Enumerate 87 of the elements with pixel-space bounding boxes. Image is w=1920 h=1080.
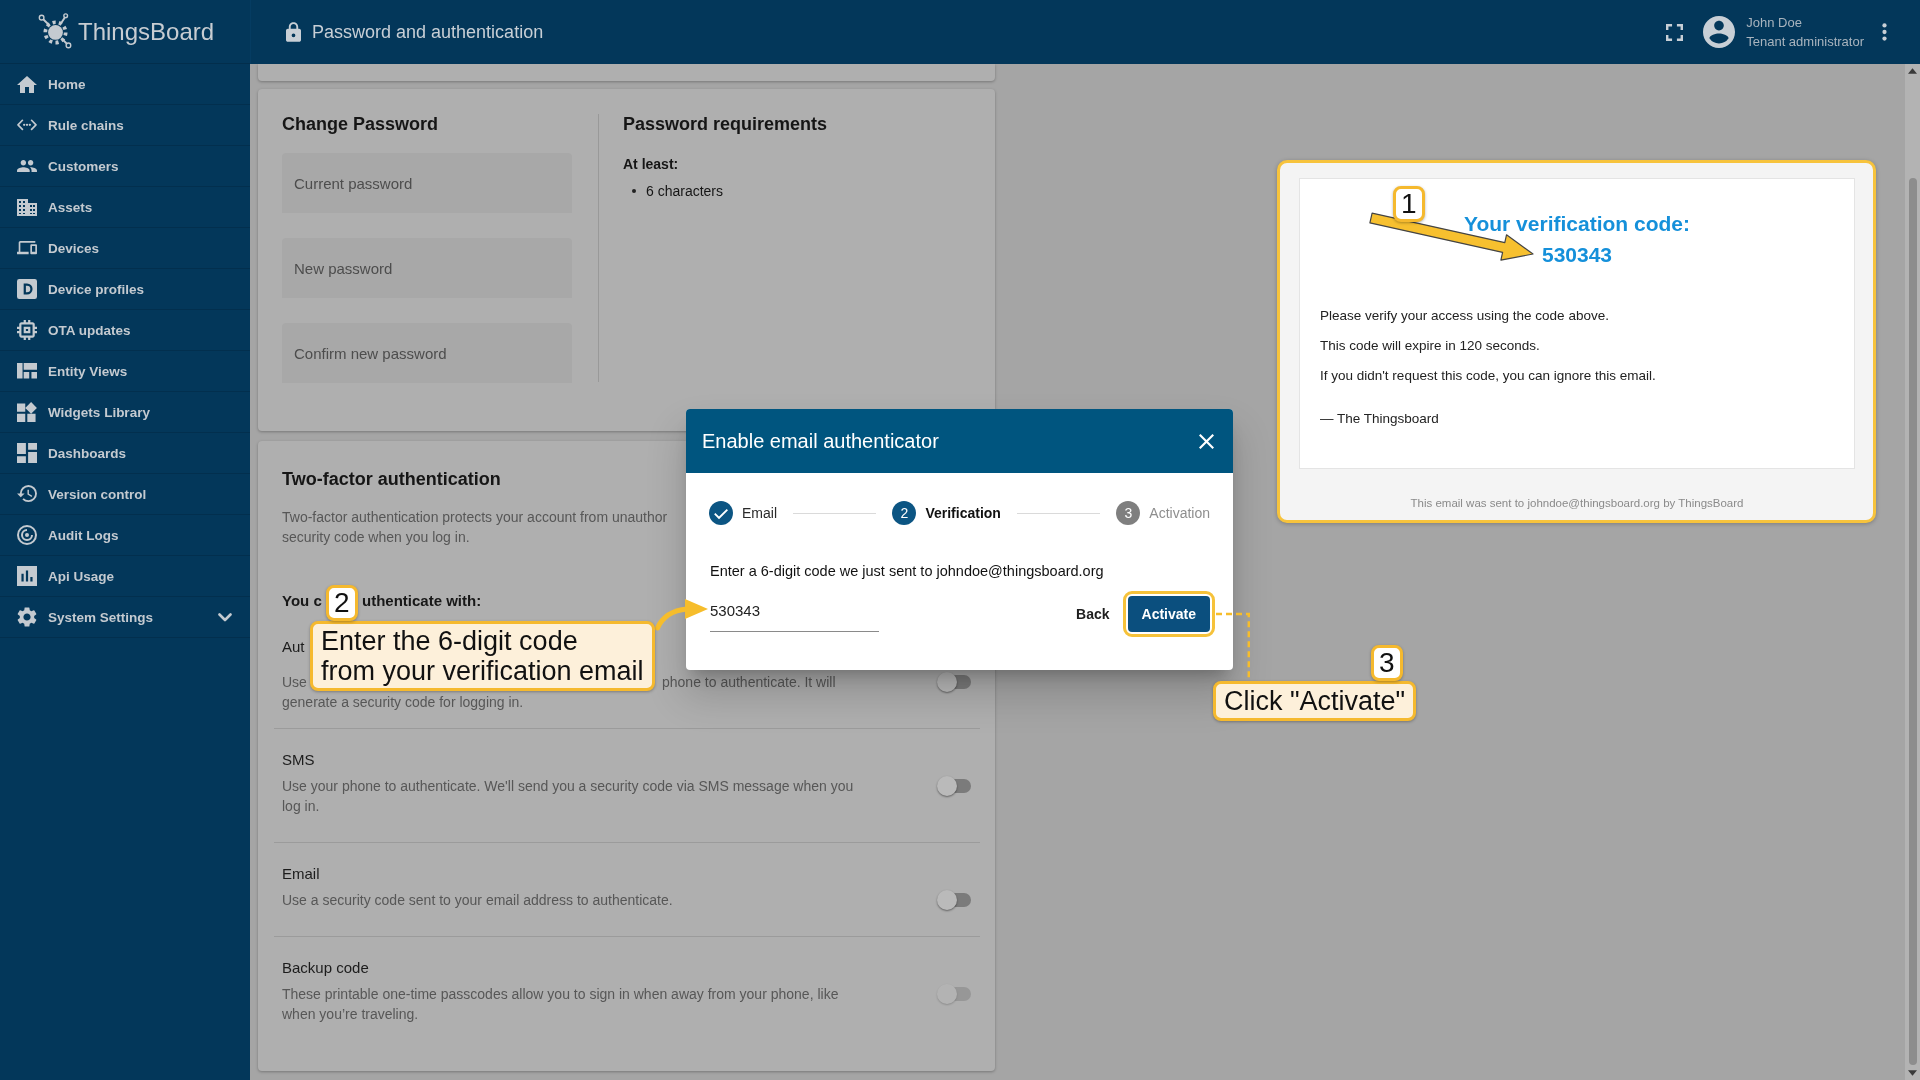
dashboard-icon (17, 443, 37, 463)
scrollbar[interactable] (1905, 64, 1920, 1080)
curved-arrow (655, 598, 709, 631)
sidebar-item[interactable]: Widgets Library (0, 392, 250, 433)
lock-icon (286, 22, 301, 42)
sidebar-item[interactable]: Entity Views (0, 351, 250, 392)
email-text: This code will expire in 120 seconds. (1320, 337, 1540, 355)
code-icon (17, 119, 37, 131)
fullscreen-icon[interactable] (1666, 23, 1684, 41)
sidebar-item[interactable]: Customers (0, 146, 250, 187)
sidebar-item[interactable]: Dashboards (0, 433, 250, 474)
section-title: Password requirements (623, 113, 828, 135)
scrollbar-thumb[interactable] (1908, 178, 1917, 1065)
chip-icon (17, 320, 37, 340)
sidebar-item[interactable]: Audit Logs (0, 515, 250, 556)
page-title: Password and authentication (312, 21, 544, 43)
scroll-down-icon[interactable] (1908, 1070, 1917, 1076)
sidebar-item[interactable]: OTA updates (0, 310, 250, 351)
password-field[interactable]: Confirm new password (282, 323, 572, 383)
devices-icon (17, 241, 37, 255)
user-name: John Doe (1746, 14, 1803, 32)
people-icon (17, 159, 37, 173)
method-description: Use (282, 673, 307, 692)
more-icon[interactable] (1882, 23, 1887, 41)
section-title: Two-factor authentication (282, 468, 501, 490)
layout-icon (17, 363, 37, 379)
description-text: security code when you log in. (282, 528, 470, 547)
code-input-field[interactable]: 530343 (710, 596, 879, 632)
step-label: Activation (1149, 505, 1210, 521)
target-icon (17, 525, 37, 545)
method-description: generate a security code for logging in. (282, 693, 524, 712)
toggle-switch[interactable] (937, 890, 971, 910)
email-signature: — The Thingsboard (1320, 410, 1439, 428)
callout-number: 2 (326, 585, 358, 621)
toggle-switch[interactable] (937, 672, 971, 692)
verification-code: 530343 (1541, 242, 1613, 268)
method-description: phone to authenticate. It will (662, 673, 836, 692)
method-title: SMS (282, 750, 315, 770)
method-description: Use a security code sent to your email address to authenticate. (282, 891, 673, 910)
history-icon (17, 485, 37, 503)
avatar-icon[interactable] (1703, 16, 1736, 48)
requirements-label: At least: (623, 155, 679, 174)
profile-icon (17, 279, 37, 299)
callout-number: 1 (1393, 186, 1425, 222)
toggle-switch[interactable] (937, 776, 971, 796)
step-label: Email (742, 505, 777, 521)
dialog-title: Enable email authenticator (702, 429, 939, 453)
step-number: 2 (892, 501, 917, 525)
logo-icon (37, 13, 74, 50)
description-text: Two-factor authentication protects your account from unauthor (282, 508, 668, 527)
bar-chart-icon (17, 566, 37, 586)
method-title: Aut (282, 637, 305, 657)
step-label: Verification (925, 505, 1001, 521)
password-field[interactable]: New password (282, 238, 572, 298)
bullet-icon (632, 189, 636, 193)
building-icon (17, 198, 37, 216)
method-description: These printable one-time passcodes allow you to sign in when away from your phone, like when you’re traveling. (282, 985, 840, 1024)
email-heading: Your verification code: (1464, 212, 1690, 236)
sidebar-item[interactable]: Assets (0, 187, 250, 228)
section-heading: uthenticate with: (362, 591, 482, 611)
callout-number: 3 (1371, 645, 1403, 681)
logo-text: ThingsBoard (78, 17, 215, 46)
method-title: Backup code (282, 958, 369, 978)
settings-icon (17, 607, 37, 627)
close-icon[interactable] (1199, 433, 1214, 449)
scroll-up-icon[interactable] (1908, 68, 1917, 74)
method-description: Use your phone to authenticate. We'll send you a security code via SMS message when you log in. (282, 777, 855, 816)
email-text: If you didn't request this code, you can ignore this email. (1320, 367, 1656, 385)
back-button[interactable]: Back (1068, 596, 1118, 632)
widgets-icon (17, 402, 37, 422)
sidebar-item[interactable]: Device profiles (0, 269, 250, 310)
sidebar-item[interactable]: System Settings (0, 597, 250, 638)
user-role: Tenant administrator (1746, 33, 1864, 51)
callout-text: Click "Activate" (1213, 681, 1417, 721)
sidebar-item[interactable]: Home (0, 64, 250, 105)
email-text: Please verify your access using the code above. (1320, 307, 1609, 325)
callout-text: Enter the 6-digit code from your verification email (310, 621, 655, 691)
home-icon (17, 75, 37, 93)
method-title: Email (282, 864, 320, 884)
requirement-text: 6 characters (646, 182, 724, 201)
email-footer: This email was sent to johndoe@thingsboard.org by ThingsBoard (1410, 495, 1744, 511)
sidebar-item[interactable]: Api Usage (0, 556, 250, 597)
step-number: 3 (1116, 501, 1141, 525)
section-title: Change Password (282, 113, 439, 135)
section-heading: You c (282, 591, 322, 611)
password-field[interactable]: Current password (282, 153, 572, 213)
instruction-text: Enter a 6-digit code we just sent to johndoe@thingsboard.org (710, 562, 1104, 581)
